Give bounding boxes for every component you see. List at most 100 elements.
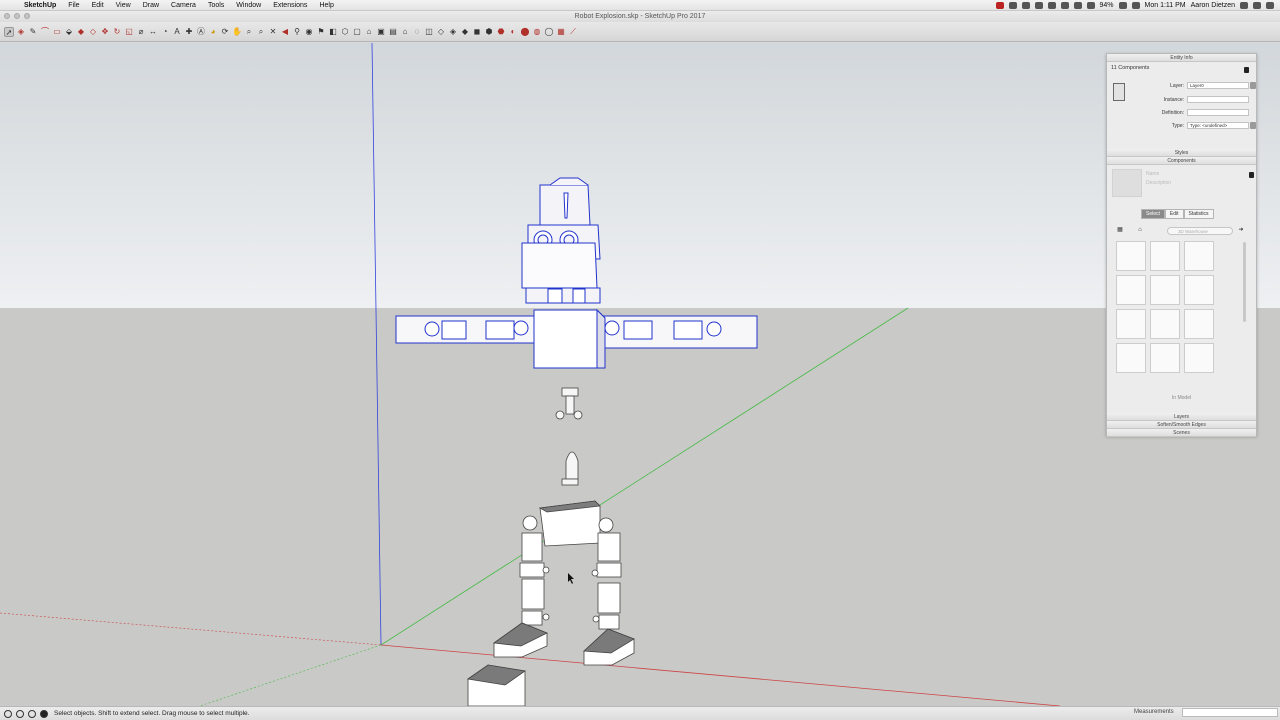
component-thumbnail[interactable] — [1150, 343, 1180, 373]
volume-icon[interactable] — [1086, 1, 1095, 9]
component-thumbnail[interactable] — [1116, 343, 1146, 373]
waist-joint[interactable] — [561, 451, 579, 486]
robot-right-leg[interactable] — [591, 532, 622, 630]
zoom-extents-tool-icon[interactable]: ✕ — [268, 27, 278, 37]
tab-edit[interactable]: Edit — [1164, 209, 1184, 219]
rectangle-tool-icon[interactable]: ▭ — [52, 27, 62, 37]
help-icon[interactable] — [28, 709, 36, 718]
details-icon[interactable] — [1249, 172, 1254, 178]
layout-send-icon[interactable]: ◯ — [544, 27, 554, 37]
settings-icon[interactable] — [1034, 1, 1043, 9]
move-tool-icon[interactable]: ✥ — [100, 27, 110, 37]
arc-tool-icon[interactable]: ⌒ — [40, 27, 50, 37]
orbit-tool-icon[interactable]: ⟳ — [220, 27, 230, 37]
component-thumbnail[interactable] — [1150, 275, 1180, 305]
component-name-field[interactable]: Name — [1146, 171, 1206, 177]
styles-tray-header[interactable]: Styles — [1107, 149, 1256, 157]
component-thumbnail[interactable] — [1116, 275, 1146, 305]
pan-tool-icon[interactable]: ✋ — [232, 27, 242, 37]
layer-dropdown-icon[interactable] — [1250, 82, 1256, 89]
clock[interactable]: Mon 1:11 PM — [1145, 2, 1186, 9]
section-plane-icon[interactable]: ◧ — [328, 27, 338, 37]
right-view-icon[interactable]: ▣ — [376, 27, 386, 37]
flag-icon[interactable] — [1131, 1, 1140, 9]
robot-right-foot[interactable] — [583, 628, 635, 666]
geo-location-icon[interactable] — [4, 709, 12, 718]
shaded-style-icon[interactable]: ◆ — [460, 27, 470, 37]
hidden-line-style-icon[interactable]: ◈ — [448, 27, 458, 37]
menu-file[interactable]: File — [62, 2, 85, 9]
monochrome-style-icon[interactable]: ⬢ — [484, 27, 494, 37]
component-thumbnail[interactable] — [1150, 309, 1180, 339]
zoom-window-tool-icon[interactable]: ⌕ — [256, 27, 266, 37]
protractor-tool-icon[interactable]: ◔ — [160, 27, 170, 37]
iso-view-icon[interactable]: ⬡ — [340, 27, 350, 37]
component-thumbnail[interactable] — [1184, 309, 1214, 339]
get-models-icon[interactable]: ⬣ — [496, 27, 506, 37]
dropbox-icon[interactable] — [1008, 1, 1017, 9]
user-name[interactable]: Aaron Dietzen — [1191, 2, 1235, 9]
eraser-tool-icon[interactable]: ◈ — [16, 27, 26, 37]
robot-left-leg[interactable] — [519, 532, 550, 626]
section-display-icon[interactable]: ▦ — [556, 27, 566, 37]
tape-measure-tool-icon[interactable]: ⌀ — [136, 27, 146, 37]
scenes-tray-header[interactable]: Scenes — [1107, 429, 1256, 437]
position-camera-icon[interactable]: ⚲ — [292, 27, 302, 37]
warehouse-search-input[interactable]: 3D Warehouse — [1167, 227, 1233, 235]
menu-view[interactable]: View — [110, 2, 137, 9]
xray-style-icon[interactable]: ◌ — [412, 27, 422, 37]
walk-tool-icon[interactable]: ⚑ — [316, 27, 326, 37]
credits-icon[interactable] — [16, 709, 24, 718]
section-fill-icon[interactable]: ⟋ — [568, 27, 578, 37]
type-select[interactable]: Type: <undefined> — [1187, 122, 1249, 129]
components-tray-header[interactable]: Components — [1107, 157, 1256, 165]
rotate-tool-icon[interactable]: ↻ — [112, 27, 122, 37]
measurements-input[interactable] — [1182, 708, 1278, 717]
close-window-button[interactable] — [4, 13, 10, 19]
text-tool-icon[interactable]: A — [172, 27, 182, 37]
component-scrollbar[interactable] — [1243, 242, 1246, 322]
menu-extensions[interactable]: Extensions — [267, 2, 313, 9]
axes-tool-icon[interactable]: ✚ — [184, 27, 194, 37]
layer-select[interactable]: Layer0 — [1187, 82, 1249, 89]
battery-percent[interactable]: 94% — [1100, 2, 1114, 9]
menu-window[interactable]: Window — [230, 2, 267, 9]
extension-warehouse-icon[interactable]: ◍ — [532, 27, 542, 37]
battery-icon[interactable] — [1118, 1, 1127, 9]
menu-tools[interactable]: Tools — [202, 2, 230, 9]
3d-text-tool-icon[interactable]: Ⓐ — [196, 27, 206, 37]
zoom-tool-icon[interactable]: ⌕ — [244, 27, 254, 37]
tab-statistics[interactable]: Statistics — [1183, 209, 1214, 219]
share-model-icon[interactable]: ◐ — [508, 27, 518, 37]
definition-field[interactable] — [1187, 109, 1249, 116]
top-view-icon[interactable]: ▢ — [352, 27, 362, 37]
notifications-icon[interactable] — [1266, 1, 1274, 9]
robot-torso-selected[interactable] — [533, 308, 606, 369]
component-thumbnail[interactable] — [1184, 241, 1214, 271]
instance-field[interactable] — [1187, 96, 1249, 103]
zoom-window-button[interactable] — [24, 13, 30, 19]
scale-tool-icon[interactable]: ◱ — [124, 27, 134, 37]
soften-tray-header[interactable]: Soften/Smooth Edges — [1107, 421, 1256, 429]
wireframe-style-icon[interactable]: ◇ — [436, 27, 446, 37]
select-tool-icon[interactable]: ➚ — [4, 26, 14, 37]
entity-info-header[interactable]: Entity Info — [1107, 54, 1256, 62]
view-options-icon[interactable]: ▦ — [1115, 225, 1125, 235]
shield-icon[interactable] — [1021, 1, 1030, 9]
loose-foot-block[interactable] — [466, 664, 527, 706]
robot-left-foot[interactable] — [492, 622, 548, 658]
search-go-icon[interactable]: ➜ — [1236, 225, 1246, 235]
component-thumbnail[interactable] — [1116, 241, 1146, 271]
record-icon[interactable] — [995, 1, 1004, 9]
back-edges-style-icon[interactable]: ◫ — [424, 27, 434, 37]
in-model-label[interactable]: In Model — [1107, 395, 1256, 401]
share-component-icon[interactable]: ⬤ — [520, 27, 530, 37]
search-icon[interactable] — [1240, 1, 1248, 9]
menu-app[interactable]: SketchUp — [18, 2, 62, 9]
menu-camera[interactable]: Camera — [165, 2, 202, 9]
look-around-icon[interactable]: ◉ — [304, 27, 314, 37]
menu-edit[interactable]: Edit — [86, 2, 110, 9]
home-icon[interactable]: ⌂ — [1135, 225, 1145, 235]
instructor-icon[interactable] — [40, 709, 48, 718]
siri-icon[interactable] — [1253, 1, 1261, 9]
